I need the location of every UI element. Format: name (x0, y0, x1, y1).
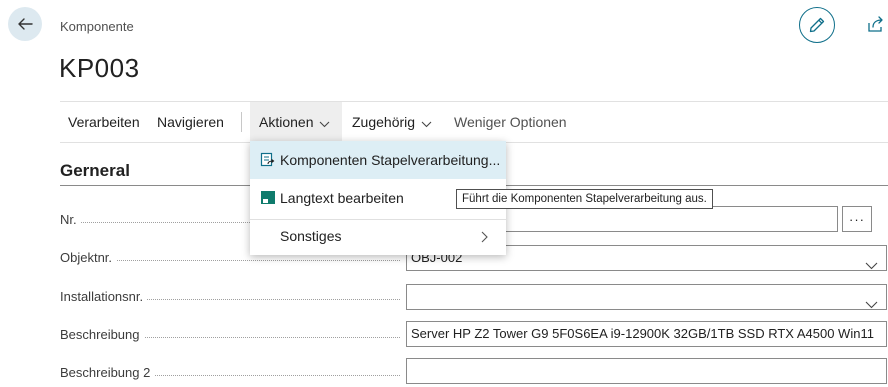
beschreibung-2-input[interactable] (406, 358, 887, 384)
label-text: Objektnr. (60, 250, 117, 265)
action-label: Weniger Optionen (454, 114, 567, 130)
tooltip: Führt die Komponenten Stapelverarbeitung… (456, 189, 713, 209)
section-title: Gerneral (60, 161, 130, 180)
action-separator (241, 112, 242, 132)
share-button[interactable] (866, 14, 886, 34)
label-text: Nr. (60, 212, 81, 227)
installationsnr-select[interactable] (406, 284, 887, 310)
menu-item-label: Komponenten Stapelverarbeitung... (280, 152, 501, 168)
action-verarbeiten[interactable]: Verarbeiten (68, 102, 140, 142)
action-label: Zugehörig (352, 114, 416, 130)
edit-button[interactable] (799, 7, 835, 43)
batch-process-icon (260, 152, 275, 167)
label-text: Beschreibung 2 (60, 365, 155, 380)
chevron-right-icon (481, 230, 488, 246)
field-value: Server HP Z2 Tower G9 5F0S6EA i9-12900K … (411, 326, 874, 341)
menu-item-stapelverarbeitung[interactable]: Komponenten Stapelverarbeitung... (250, 141, 506, 179)
arrow-left-icon (18, 18, 33, 30)
beschreibung-input[interactable]: Server HP Z2 Tower G9 5F0S6EA i9-12900K … (406, 321, 887, 347)
action-navigieren[interactable]: Navigieren (157, 102, 224, 142)
entity-caption: Komponente (60, 19, 134, 34)
action-label: Aktionen (259, 114, 314, 130)
chevron-down-icon (865, 254, 878, 270)
action-aktionen[interactable]: Aktionen (250, 102, 342, 142)
action-bar: Verarbeiten Navigieren Aktionen Zugehöri… (60, 101, 888, 143)
menu-item-label: Langtext bearbeiten (280, 190, 404, 206)
label-text: Beschreibung (60, 327, 144, 342)
field-label-beschreibung-2: Beschreibung 2 (60, 365, 400, 380)
chevron-down-icon (319, 103, 330, 143)
assist-edit-button[interactable]: ··· (842, 206, 872, 232)
field-label-installationsnr: Installationsnr. (60, 289, 400, 304)
field-label-beschreibung: Beschreibung (60, 327, 400, 342)
ellipsis-icon: ··· (849, 211, 865, 227)
less-options-button[interactable]: Weniger Optionen (454, 102, 567, 142)
share-icon (868, 16, 883, 32)
text-edit-icon (261, 191, 275, 204)
pencil-icon (809, 17, 825, 33)
action-label: Navigieren (157, 114, 224, 130)
menu-item-sonstiges[interactable]: Sonstiges (250, 217, 506, 255)
page-title: KP003 (59, 53, 140, 83)
action-label: Verarbeiten (68, 114, 140, 130)
chevron-down-icon (865, 293, 878, 309)
back-button[interactable] (8, 7, 42, 41)
menu-item-label: Sonstiges (280, 228, 342, 244)
label-text: Installationsnr. (60, 289, 148, 304)
action-zugehoerig[interactable]: Zugehörig (352, 102, 432, 142)
chevron-down-icon (421, 103, 432, 143)
